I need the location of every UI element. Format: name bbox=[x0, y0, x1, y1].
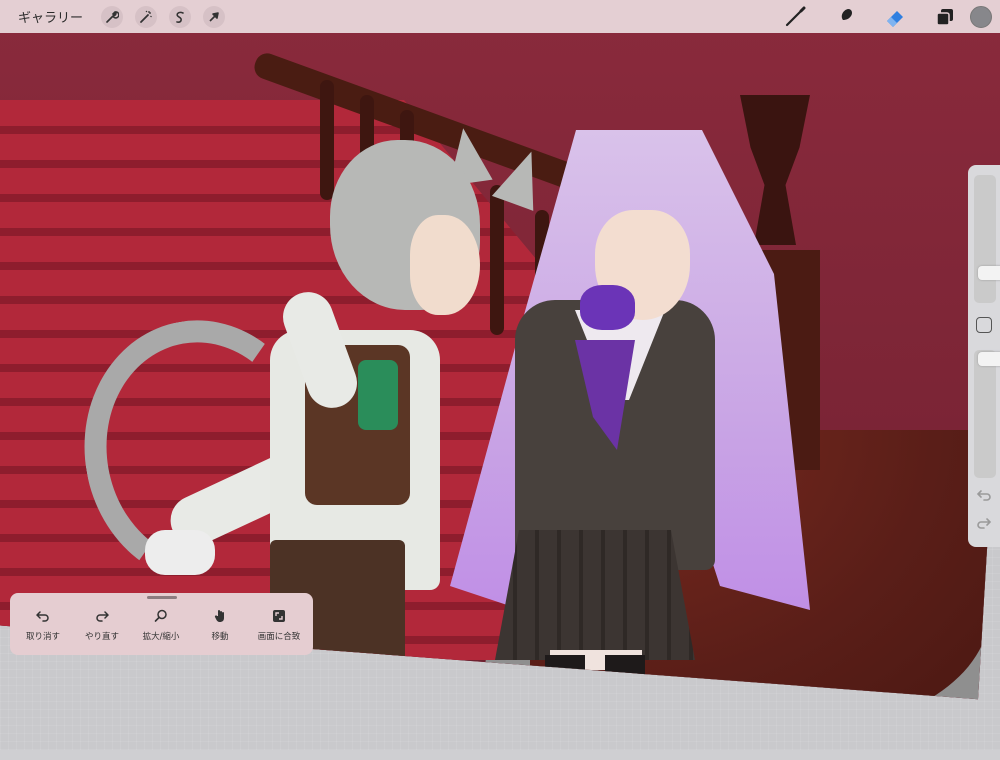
fit-screen-button[interactable]: 画面に合致 bbox=[248, 609, 310, 642]
side-undo-button[interactable] bbox=[975, 487, 993, 505]
artwork-boy-face bbox=[410, 215, 480, 315]
zoom-label: 拡大/縮小 bbox=[142, 632, 180, 642]
smudge-icon bbox=[838, 8, 852, 26]
eraser-icon bbox=[887, 10, 903, 27]
opacity-slider-thumb[interactable] bbox=[978, 352, 1000, 366]
adjustments-button[interactable] bbox=[135, 5, 158, 28]
undo-icon bbox=[12, 609, 74, 627]
actions-button[interactable] bbox=[101, 5, 124, 28]
fit-screen-label: 画面に合致 bbox=[257, 632, 301, 642]
redo-label: やり直す bbox=[84, 632, 119, 642]
eraser-button[interactable] bbox=[870, 0, 920, 33]
selection-icon bbox=[176, 11, 184, 23]
layers-icon bbox=[936, 8, 953, 26]
move-label: 移動 bbox=[211, 632, 229, 642]
wrench-icon bbox=[106, 10, 120, 23]
zoom-button[interactable]: 拡大/縮小 bbox=[130, 609, 192, 642]
transform-button[interactable] bbox=[203, 5, 226, 28]
artwork-baluster bbox=[320, 80, 334, 200]
artwork-girl-skirt bbox=[495, 530, 695, 660]
zoom-icon bbox=[130, 609, 192, 627]
brush-button[interactable] bbox=[770, 0, 820, 33]
brush-size-slider-thumb[interactable] bbox=[978, 266, 1000, 280]
gallery-button[interactable]: ギャラリー bbox=[12, 7, 89, 26]
side-slider-panel bbox=[968, 165, 1000, 547]
panel-grab-handle[interactable] bbox=[147, 596, 177, 599]
hand-icon bbox=[189, 609, 251, 627]
undo-button[interactable]: 取り消す bbox=[12, 609, 74, 642]
smudge-button[interactable] bbox=[820, 0, 870, 33]
undo-arrow-icon bbox=[976, 490, 991, 501]
top-toolbar: ギャラリー bbox=[0, 0, 1000, 33]
gesture-panel: 取り消す やり直す 拡大/縮小 移動 画面に合致 bbox=[10, 593, 313, 655]
opacity-slider[interactable] bbox=[974, 350, 1000, 478]
fit-screen-icon bbox=[248, 609, 310, 627]
artwork-boy-ribbon bbox=[358, 360, 398, 430]
move-button[interactable]: 移動 bbox=[189, 609, 251, 642]
layers-button[interactable] bbox=[920, 0, 970, 33]
undo-label: 取り消す bbox=[25, 632, 60, 642]
redo-button[interactable]: やり直す bbox=[71, 609, 133, 642]
magic-wand-icon bbox=[140, 10, 152, 23]
right-tool-group bbox=[770, 0, 1000, 33]
artwork-boy-hand bbox=[145, 530, 215, 575]
redo-arrow-icon bbox=[977, 518, 992, 529]
modify-button[interactable] bbox=[976, 317, 992, 333]
transform-arrow-icon bbox=[209, 11, 219, 22]
color-picker-button[interactable] bbox=[970, 5, 992, 28]
side-redo-button[interactable] bbox=[975, 515, 993, 533]
selection-button[interactable] bbox=[169, 5, 192, 28]
artwork-baluster bbox=[490, 185, 504, 335]
brush-icon bbox=[785, 6, 806, 26]
brush-size-slider[interactable] bbox=[974, 175, 1000, 303]
redo-icon bbox=[71, 609, 133, 627]
artwork-girl-glove bbox=[580, 285, 635, 330]
